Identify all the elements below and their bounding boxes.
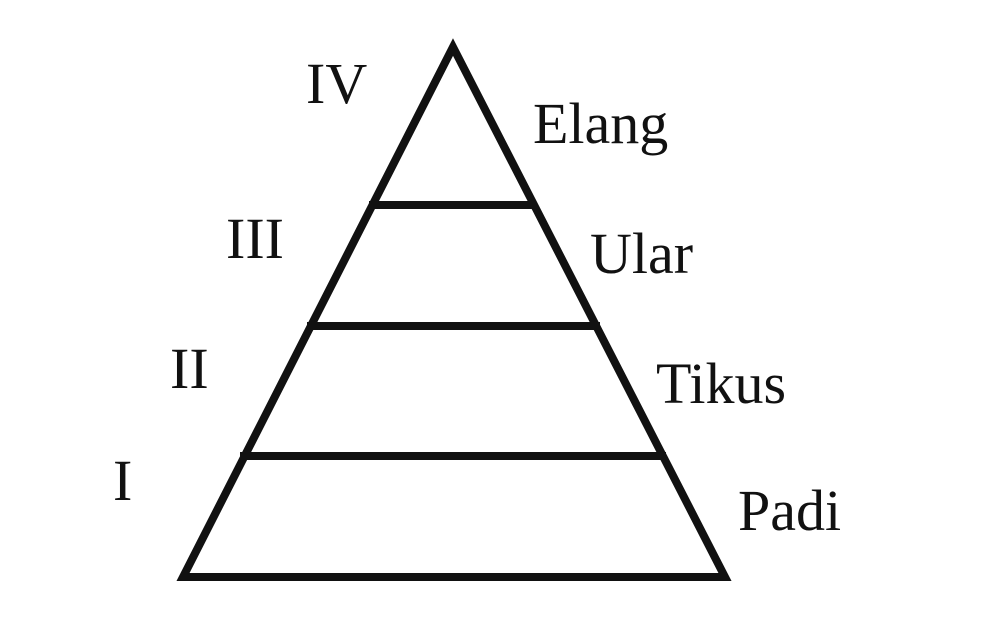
level-numeral-2: II <box>170 336 209 401</box>
level-numeral-3: III <box>226 206 284 271</box>
trophic-pyramid-diagram: I II III IV Padi Tikus Ular Elang <box>113 38 841 581</box>
organism-label-4: Elang <box>533 91 668 156</box>
diagram-canvas: I II III IV Padi Tikus Ular Elang <box>0 0 1000 640</box>
level-numeral-1: I <box>113 448 132 513</box>
organism-label-2: Tikus <box>656 351 786 416</box>
organism-label-1: Padi <box>738 478 841 543</box>
level-numeral-4: IV <box>306 51 367 116</box>
organism-label-3: Ular <box>590 221 693 286</box>
